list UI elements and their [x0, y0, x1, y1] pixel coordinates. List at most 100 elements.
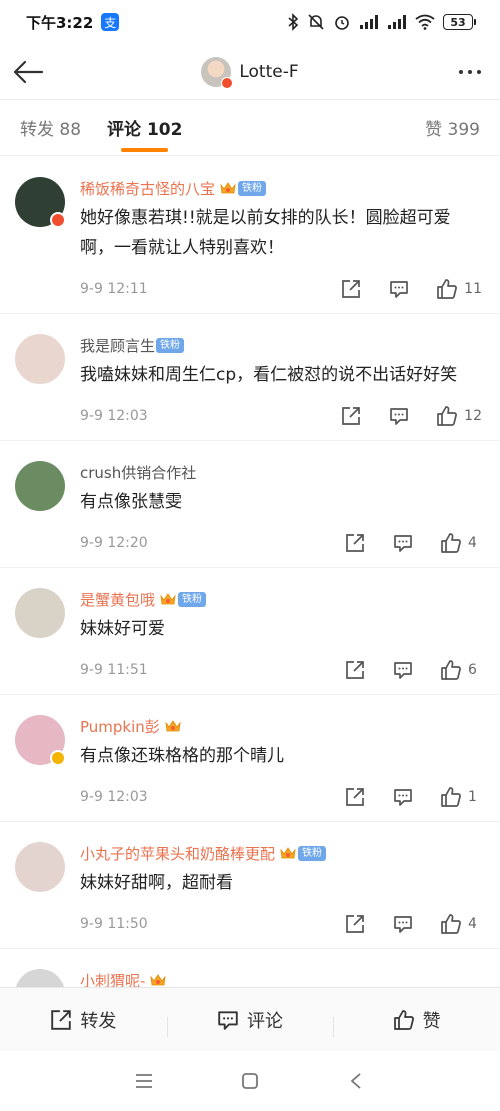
- like-control[interactable]: 4: [440, 913, 482, 935]
- mute-icon: [307, 13, 325, 31]
- battery-icon: 53: [443, 14, 476, 30]
- reply-icon[interactable]: [392, 532, 414, 554]
- comment-list: 稀饭稀奇古怪的八宝 铁粉 她好像惠若琪!!就是以前女排的队长！圆脸超可爱啊，一看…: [0, 157, 500, 987]
- thumbs-up-icon[interactable]: [440, 532, 462, 554]
- like-count: 11: [464, 281, 482, 297]
- thumbs-up-icon[interactable]: [436, 405, 458, 427]
- system-nav-bar: [0, 1051, 500, 1111]
- share-icon[interactable]: [340, 405, 362, 427]
- back-nav-button[interactable]: [343, 1068, 369, 1094]
- commenter-name[interactable]: 我是顾言生: [80, 335, 155, 356]
- thumbs-up-icon[interactable]: [440, 659, 462, 681]
- comment-item: 小刺猬呢- 这有点徐璐+赵露思 9-9 14:03: [0, 949, 500, 987]
- comment-header: 我是顾言生 铁粉: [80, 334, 482, 356]
- author-info[interactable]: Lotte-F: [201, 56, 299, 89]
- comment-time: 9-9 12:03: [80, 789, 148, 805]
- like-control[interactable]: 6: [440, 659, 482, 681]
- like-count: 1: [468, 789, 477, 805]
- comment-time: 9-9 12:03: [80, 408, 148, 424]
- commenter-avatar[interactable]: [15, 177, 66, 228]
- fan-badge: 铁粉: [298, 845, 327, 861]
- like-control[interactable]: 1: [440, 786, 482, 808]
- tab-repost[interactable]: 转发 88: [20, 100, 81, 156]
- reply-icon[interactable]: [388, 405, 410, 427]
- crown-icon: [149, 972, 167, 987]
- user-badge-icon: [50, 750, 66, 766]
- back-button[interactable]: [10, 54, 46, 90]
- commenter-name[interactable]: 是蟹黄包哦: [80, 589, 155, 610]
- fan-badge: 铁粉: [156, 337, 185, 353]
- comment-item: 是蟹黄包哦 铁粉 妹妹好可爱 9-9 11:51 6: [0, 568, 500, 695]
- reply-icon[interactable]: [388, 278, 410, 300]
- like-control[interactable]: 4: [440, 532, 482, 554]
- share-icon[interactable]: [344, 913, 366, 935]
- author-avatar[interactable]: [201, 56, 234, 89]
- like-count: 4: [468, 916, 477, 932]
- comment-footer: 9-9 12:20 4: [80, 519, 482, 567]
- like-button[interactable]: 赞: [333, 1007, 500, 1037]
- reply-icon[interactable]: [392, 913, 414, 935]
- thumbs-up-icon[interactable]: [440, 913, 462, 935]
- signal-icon: [359, 14, 379, 30]
- comment-footer: 9-9 12:03 1: [80, 773, 482, 821]
- battery-level: 53: [443, 14, 473, 30]
- comment-header: Pumpkin彭: [80, 715, 482, 737]
- menu-icon: [136, 1074, 152, 1088]
- alipay-icon: 支: [101, 13, 120, 31]
- share-icon[interactable]: [344, 786, 366, 808]
- more-options-button[interactable]: [454, 60, 486, 84]
- commenter-name[interactable]: Pumpkin彭: [80, 716, 160, 737]
- home-button[interactable]: [237, 1068, 263, 1094]
- chevron-left-icon: [350, 1073, 361, 1089]
- verified-badge-icon: [221, 76, 234, 89]
- bluetooth-icon: [287, 13, 299, 31]
- repost-button[interactable]: 转发: [0, 1007, 167, 1033]
- commenter-avatar[interactable]: [15, 334, 65, 384]
- crown-icon: [159, 591, 177, 607]
- share-icon[interactable]: [344, 532, 366, 554]
- commenter-name[interactable]: 小刺猬呢-: [80, 970, 145, 988]
- comment-footer: 9-9 11:50 4: [80, 900, 482, 948]
- crown-icon: [219, 180, 237, 196]
- like-count: 4: [468, 535, 477, 551]
- commenter-name[interactable]: crush供销合作社: [80, 462, 196, 483]
- crown-icon: [164, 718, 182, 734]
- comment-text: 妹妹好甜啊，超耐看: [80, 873, 233, 893]
- commenter-name[interactable]: 稀饭稀奇古怪的八宝: [80, 178, 215, 199]
- comment-button[interactable]: 评论: [166, 1007, 334, 1037]
- tab-likes[interactable]: 赞 399: [425, 100, 480, 156]
- comment-footer: 9-9 12:11 11: [80, 265, 482, 313]
- comment-time: 9-9 12:20: [80, 535, 148, 551]
- commenter-name[interactable]: 小丸子的苹果头和奶酪棒更配: [80, 843, 275, 864]
- tab-comments[interactable]: 评论 102: [107, 100, 182, 156]
- commenter-avatar[interactable]: [15, 969, 65, 987]
- comment-actions: 4: [318, 532, 482, 554]
- like-control[interactable]: 12: [436, 405, 482, 427]
- thumbs-up-icon: [393, 1009, 414, 1030]
- comment-text: 妹妹好可爱: [80, 619, 165, 639]
- signal-2-icon: [387, 14, 407, 30]
- commenter-avatar[interactable]: [15, 842, 65, 892]
- author-name[interactable]: Lotte-F: [239, 62, 298, 82]
- thumbs-up-icon[interactable]: [440, 786, 462, 808]
- comment-actions: 12: [314, 405, 482, 427]
- thumbs-up-icon[interactable]: [436, 278, 458, 300]
- back-arrow-icon: [13, 60, 44, 84]
- comment-label: 评论: [247, 1010, 283, 1032]
- menu-button[interactable]: [131, 1068, 157, 1094]
- commenter-avatar[interactable]: [15, 461, 65, 511]
- comment-header: 小丸子的苹果头和奶酪棒更配 铁粉: [80, 842, 482, 864]
- share-icon[interactable]: [340, 278, 362, 300]
- comment-item: Pumpkin彭 有点像还珠格格的那个晴儿 9-9 12:03 1: [0, 695, 500, 822]
- status-bar: 下午3:22 支 53: [0, 0, 500, 44]
- reply-icon[interactable]: [392, 786, 414, 808]
- comment-actions: 11: [314, 278, 482, 300]
- commenter-avatar[interactable]: [15, 588, 65, 638]
- comment-header: crush供销合作社: [80, 461, 482, 483]
- user-badge-icon: [50, 212, 66, 228]
- reply-icon[interactable]: [392, 659, 414, 681]
- commenter-avatar[interactable]: [15, 715, 66, 766]
- share-icon[interactable]: [344, 659, 366, 681]
- like-control[interactable]: 11: [436, 278, 482, 300]
- comment-header: 稀饭稀奇古怪的八宝 铁粉: [80, 177, 482, 199]
